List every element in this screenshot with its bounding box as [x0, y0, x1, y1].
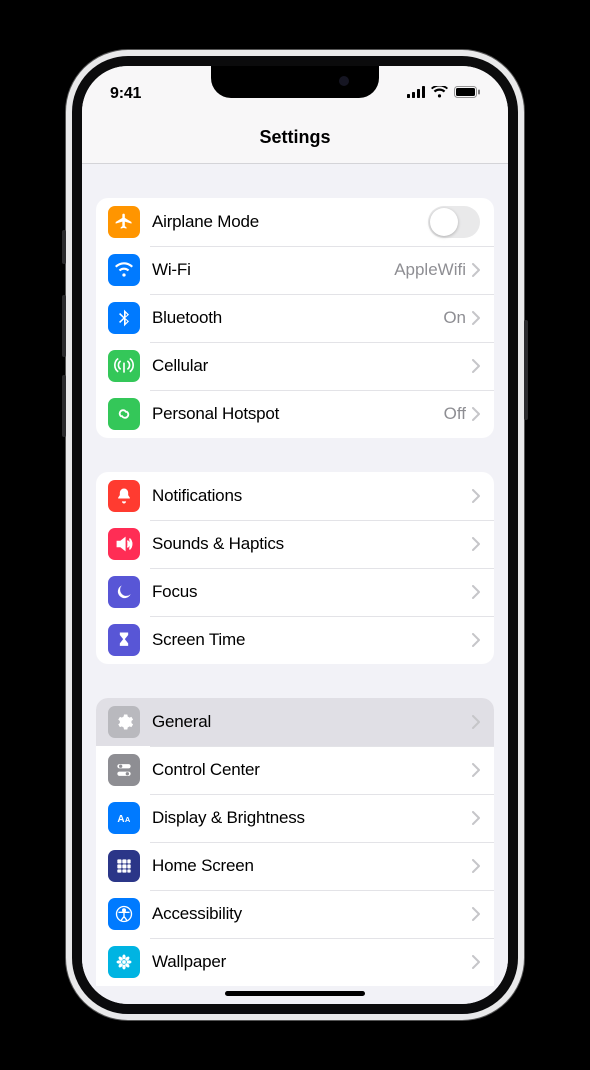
wifi-row[interactable]: Wi-Fi AppleWifi — [96, 246, 494, 294]
hourglass-icon — [108, 624, 140, 656]
row-label: Wallpaper — [152, 952, 472, 972]
airplane-mode-row[interactable]: Airplane Mode — [96, 198, 494, 246]
notifications-row[interactable]: Notifications — [96, 472, 494, 520]
gear-icon — [108, 706, 140, 738]
row-label: Personal Hotspot — [152, 404, 444, 424]
aa-icon: AA — [108, 802, 140, 834]
link-icon — [108, 398, 140, 430]
screentime-row[interactable]: Screen Time — [96, 616, 494, 664]
battery-icon — [454, 85, 480, 103]
chevron-right-icon — [472, 955, 480, 969]
switches-icon — [108, 754, 140, 786]
status-time: 9:41 — [110, 85, 141, 103]
chevron-right-icon — [472, 763, 480, 777]
row-label: Cellular — [152, 356, 472, 376]
chevron-right-icon — [472, 537, 480, 551]
home-indicator[interactable] — [225, 991, 365, 996]
hotspot-row[interactable]: Personal Hotspot Off — [96, 390, 494, 438]
connectivity-group: Airplane Mode Wi-Fi AppleWifi Bluetooth … — [96, 198, 494, 438]
device-frame: 9:41 Settings Airplane Mode — [66, 50, 524, 1020]
bluetooth-row[interactable]: Bluetooth On — [96, 294, 494, 342]
bell-icon — [108, 480, 140, 512]
chevron-right-icon — [472, 489, 480, 503]
settings-list[interactable]: Airplane Mode Wi-Fi AppleWifi Bluetooth … — [82, 164, 508, 1004]
row-detail: On — [443, 308, 466, 328]
chevron-right-icon — [472, 585, 480, 599]
moon-icon — [108, 576, 140, 608]
antenna-icon — [108, 350, 140, 382]
system-group: General Control Center AA Display & Brig… — [96, 698, 494, 986]
chevron-right-icon — [472, 263, 480, 277]
home-screen-row[interactable]: Home Screen — [96, 842, 494, 890]
mute-switch[interactable] — [62, 230, 66, 264]
bluetooth-icon — [108, 302, 140, 334]
row-label: Notifications — [152, 486, 472, 506]
svg-text:A: A — [117, 814, 124, 825]
wifi-icon — [108, 254, 140, 286]
wallpaper-row[interactable]: Wallpaper — [96, 938, 494, 986]
volume-up-button[interactable] — [62, 295, 66, 357]
chevron-right-icon — [472, 311, 480, 325]
row-label: Control Center — [152, 760, 472, 780]
row-label: Accessibility — [152, 904, 472, 924]
notch — [211, 66, 379, 98]
row-label: Screen Time — [152, 630, 472, 650]
general-row[interactable]: General — [96, 698, 494, 746]
flower-icon — [108, 946, 140, 978]
chevron-right-icon — [472, 633, 480, 647]
volume-down-button[interactable] — [62, 375, 66, 437]
person-icon — [108, 898, 140, 930]
row-label: Home Screen — [152, 856, 472, 876]
accessibility-row[interactable]: Accessibility — [96, 890, 494, 938]
chevron-right-icon — [472, 715, 480, 729]
screen: 9:41 Settings Airplane Mode — [72, 56, 518, 1014]
row-label: Airplane Mode — [152, 212, 428, 232]
cellular-signal-icon — [407, 85, 425, 103]
row-label: Display & Brightness — [152, 808, 472, 828]
wifi-status-icon — [431, 85, 448, 103]
control-center-row[interactable]: Control Center — [96, 746, 494, 794]
power-button[interactable] — [524, 320, 528, 420]
chevron-right-icon — [472, 359, 480, 373]
row-label: Sounds & Haptics — [152, 534, 472, 554]
chevron-right-icon — [472, 407, 480, 421]
row-label: Focus — [152, 582, 472, 602]
cellular-row[interactable]: Cellular — [96, 342, 494, 390]
focus-row[interactable]: Focus — [96, 568, 494, 616]
speaker-icon — [108, 528, 140, 560]
row-detail: Off — [444, 404, 466, 424]
row-detail: AppleWifi — [394, 260, 466, 280]
attention-group: Notifications Sounds & Haptics Focus Scr… — [96, 472, 494, 664]
airplane-icon — [108, 206, 140, 238]
chevron-right-icon — [472, 859, 480, 873]
page-title: Settings — [82, 112, 508, 164]
chevron-right-icon — [472, 907, 480, 921]
chevron-right-icon — [472, 811, 480, 825]
row-label: General — [152, 712, 472, 732]
status-indicators — [407, 85, 480, 103]
display-row[interactable]: AA Display & Brightness — [96, 794, 494, 842]
row-label: Wi-Fi — [152, 260, 394, 280]
sounds-row[interactable]: Sounds & Haptics — [96, 520, 494, 568]
airplane-toggle[interactable] — [428, 206, 480, 238]
row-label: Bluetooth — [152, 308, 443, 328]
svg-text:A: A — [125, 815, 131, 824]
grid-icon — [108, 850, 140, 882]
